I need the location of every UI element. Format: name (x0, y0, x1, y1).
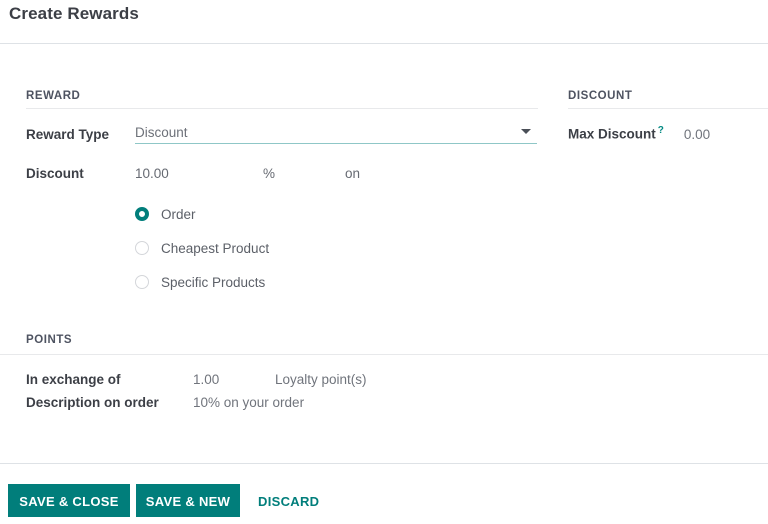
points-rows: In exchange of 1.00 Loyalty point(s) Des… (26, 364, 626, 410)
reward-type-select[interactable]: Discount (135, 125, 537, 144)
radio-option-cheapest-product[interactable]: Cheapest Product (135, 231, 538, 265)
description-on-order-label: Description on order (26, 395, 159, 410)
radio-selected-icon[interactable] (135, 207, 149, 221)
description-on-order-row: Description on order 10% on your order (26, 395, 626, 410)
in-exchange-of-row: In exchange of 1.00 Loyalty point(s) (26, 372, 626, 387)
save-and-close-button[interactable]: SAVE & CLOSE (8, 484, 130, 517)
discount-unit-label: % (263, 166, 276, 181)
loyalty-points-unit-label: Loyalty point(s) (275, 372, 367, 387)
chevron-down-icon[interactable] (521, 129, 531, 134)
in-exchange-of-label: In exchange of (26, 372, 121, 387)
radio-option-order[interactable]: Order (135, 197, 538, 231)
applies-to-radio-group: Order Cheapest Product Specific Products (135, 197, 538, 299)
radio-label-cheapest-product: Cheapest Product (161, 240, 270, 256)
discount-amount-input[interactable]: 10.00 (135, 166, 263, 181)
reward-section-title: REWARD (26, 90, 538, 109)
radio-label-order: Order (161, 206, 196, 222)
reward-type-value: Discount (135, 125, 188, 140)
in-exchange-of-input[interactable]: 1.00 (193, 372, 275, 387)
reward-type-row: Reward Type Discount (26, 125, 538, 144)
max-discount-input[interactable]: 0.00 (684, 127, 710, 142)
dialog-header: Create Rewards (0, 0, 768, 44)
radio-unselected-icon[interactable] (135, 275, 149, 289)
discount-on-label: on (345, 166, 361, 181)
page-title: Create Rewards (9, 4, 139, 23)
max-discount-label: Max Discount? (568, 125, 664, 142)
save-and-new-button[interactable]: SAVE & NEW (136, 484, 240, 517)
discount-section-title: DISCOUNT (568, 90, 768, 109)
reward-type-label: Reward Type (26, 127, 110, 142)
reward-column: REWARD Reward Type Discount Discount 10.… (26, 90, 538, 299)
max-discount-label-text: Max Discount (568, 126, 656, 142)
dialog-body: REWARD Reward Type Discount Discount 10.… (0, 45, 768, 463)
discount-label: Discount (26, 166, 84, 181)
max-discount-row: Max Discount? 0.00 (568, 125, 768, 142)
radio-unselected-icon[interactable] (135, 241, 149, 255)
points-section-title: POINTS (26, 334, 73, 346)
description-on-order-input[interactable]: 10% on your order (193, 395, 304, 410)
help-question-icon[interactable]: ? (658, 125, 664, 136)
discard-button[interactable]: DISCARD (250, 484, 330, 517)
dialog-footer: SAVE & CLOSE SAVE & NEW DISCARD (0, 463, 768, 524)
discount-row: Discount 10.00 % on (26, 166, 538, 181)
radio-option-specific-products[interactable]: Specific Products (135, 265, 538, 299)
points-divider (0, 354, 768, 355)
radio-label-specific-products: Specific Products (161, 274, 266, 290)
discount-column: DISCOUNT Max Discount? 0.00 (568, 90, 768, 142)
